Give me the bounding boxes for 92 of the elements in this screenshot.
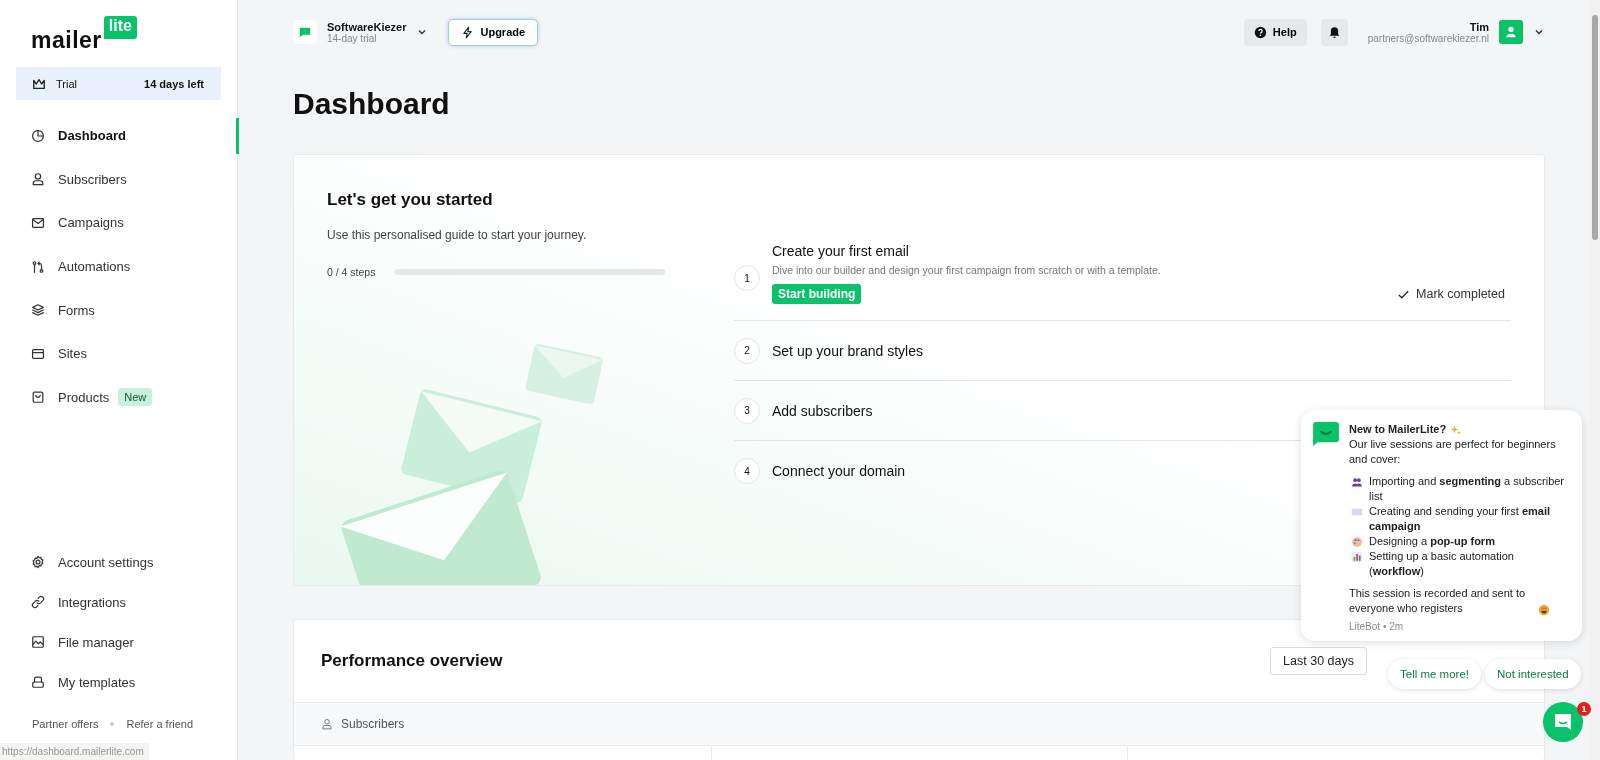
nav-item[interactable]: Campaigns	[0, 201, 237, 245]
step-number: 2	[734, 337, 760, 364]
trial-days-left: 14 days left	[144, 77, 204, 90]
chat-list-item: Designing a pop-up form	[1369, 534, 1495, 549]
status-url: https://dashboard.mailerlite.com	[0, 743, 149, 760]
sparkles-icon	[1450, 423, 1463, 436]
nav-item[interactable]: File manager	[0, 622, 237, 662]
image-icon	[31, 635, 45, 649]
step-title[interactable]: Connect your domain	[772, 463, 906, 479]
nav-label: My templates	[58, 674, 136, 690]
stack-icon	[31, 675, 45, 689]
nav-item[interactable]: Forms	[0, 288, 237, 332]
progress-label: 0 / 4 steps	[327, 266, 376, 278]
crown-icon	[32, 76, 46, 91]
help-icon	[1253, 25, 1267, 39]
bell-icon	[1327, 25, 1341, 39]
step-title[interactable]: Create your first email	[772, 243, 909, 259]
browser-icon	[31, 346, 45, 361]
account-switcher[interactable]: SoftwareKiezer 14-day trial	[293, 20, 429, 44]
account-plan: 14-day trial	[327, 32, 378, 44]
chat-timestamp: LiteBot • 2m	[1349, 621, 1404, 632]
unread-badge: 1	[1577, 702, 1591, 716]
envelope-icon	[1351, 506, 1363, 518]
page-title: Dashboard	[293, 86, 451, 122]
step-number: 4	[734, 458, 760, 484]
notifications-button[interactable]	[1320, 18, 1348, 46]
user-icon	[321, 718, 333, 730]
nav-item[interactable]: Dashboard	[0, 114, 237, 158]
link-icon	[31, 595, 45, 609]
chat-list-item: Setting up a basic automation (workflow)	[1369, 549, 1515, 579]
chat-heading: New to MailerLite?	[1349, 422, 1447, 437]
quick-reply-button[interactable]: Not interested	[1485, 659, 1581, 689]
logo-wordmark: mailer	[31, 29, 102, 52]
user-name: Tim	[1469, 20, 1489, 33]
step-title[interactable]: Set up your brand styles	[772, 342, 923, 359]
footer-link[interactable]: Partner offers	[32, 718, 99, 730]
people-icon	[1351, 476, 1363, 488]
nav-label: Sites	[58, 346, 87, 362]
user-icon	[31, 172, 45, 187]
nav-item[interactable]: Products New	[0, 375, 237, 420]
guide-title: Let's get you started	[327, 189, 494, 211]
new-badge: New	[118, 388, 153, 407]
palette-icon	[1351, 536, 1363, 548]
guide-subtitle: Use this personalised guide to start your journey.	[327, 228, 588, 242]
nav-label: Subscribers	[58, 171, 127, 187]
chat-intro: Our live sessions are perfect for beginners and cover:	[1349, 437, 1557, 467]
nav-item[interactable]: Sites	[0, 331, 237, 376]
nav-item[interactable]: Subscribers	[0, 157, 237, 202]
user-email: partners@softwarekiezer.nl	[1367, 32, 1489, 44]
nav-item[interactable]: Account settings	[0, 542, 237, 582]
chat-closing: This session is recorded and sent to everyone who registers	[1349, 586, 1527, 616]
step-number: 1	[734, 265, 760, 291]
smiley-icon	[1538, 604, 1550, 616]
bar-chart-icon	[1351, 551, 1363, 563]
mark-completed-button[interactable]: Mark completed	[1397, 287, 1511, 301]
nav-item[interactable]: Automations	[0, 244, 237, 289]
mail-icon	[31, 216, 45, 230]
trial-banner[interactable]: Trial 14 days left	[16, 67, 221, 100]
gear-icon	[31, 555, 45, 569]
nav-label: Account settings	[58, 554, 154, 570]
layers-icon	[31, 303, 45, 318]
flow-icon	[31, 259, 45, 274]
pie-icon	[31, 128, 45, 143]
step-description: Dive into our builder and design your first campaign from scratch or with a template.	[772, 264, 1161, 276]
subscribers-tab[interactable]: Subscribers	[294, 703, 1544, 746]
nav-item[interactable]: Integrations	[0, 582, 237, 622]
step-title[interactable]: Add subscribers	[772, 402, 873, 419]
nav-label: File manager	[58, 634, 134, 650]
chat-launcher-button[interactable]	[1543, 702, 1583, 742]
quick-reply-button[interactable]: Tell me more!	[1388, 659, 1482, 689]
tab-label: Subscribers	[341, 717, 405, 731]
help-button[interactable]: Help	[1243, 18, 1307, 46]
bag-icon	[31, 390, 45, 405]
lightning-icon	[461, 25, 475, 39]
chat-icon	[1553, 712, 1573, 732]
footer-link[interactable]: Refer a friend	[126, 718, 194, 730]
bot-avatar-icon	[1313, 422, 1339, 446]
account-logo	[293, 20, 317, 44]
nav-label: Dashboard	[58, 128, 126, 144]
nav-label: Integrations	[58, 594, 126, 610]
date-range-dropdown[interactable]: Last 30 days	[1270, 647, 1367, 675]
nav-label: Forms	[58, 302, 95, 318]
account-name: SoftwareKiezer	[327, 20, 407, 33]
step-number: 3	[734, 397, 760, 424]
logo-badge: lite	[103, 16, 137, 39]
trial-label: Trial	[56, 77, 77, 90]
performance-title: Performance overview	[321, 651, 504, 671]
nav-label: Automations	[58, 259, 131, 275]
nav-item[interactable]: My templates	[0, 662, 237, 702]
upgrade-button[interactable]: Upgrade	[448, 18, 539, 46]
nav-label: Products	[58, 389, 110, 405]
nav-label: Campaigns	[58, 215, 124, 231]
